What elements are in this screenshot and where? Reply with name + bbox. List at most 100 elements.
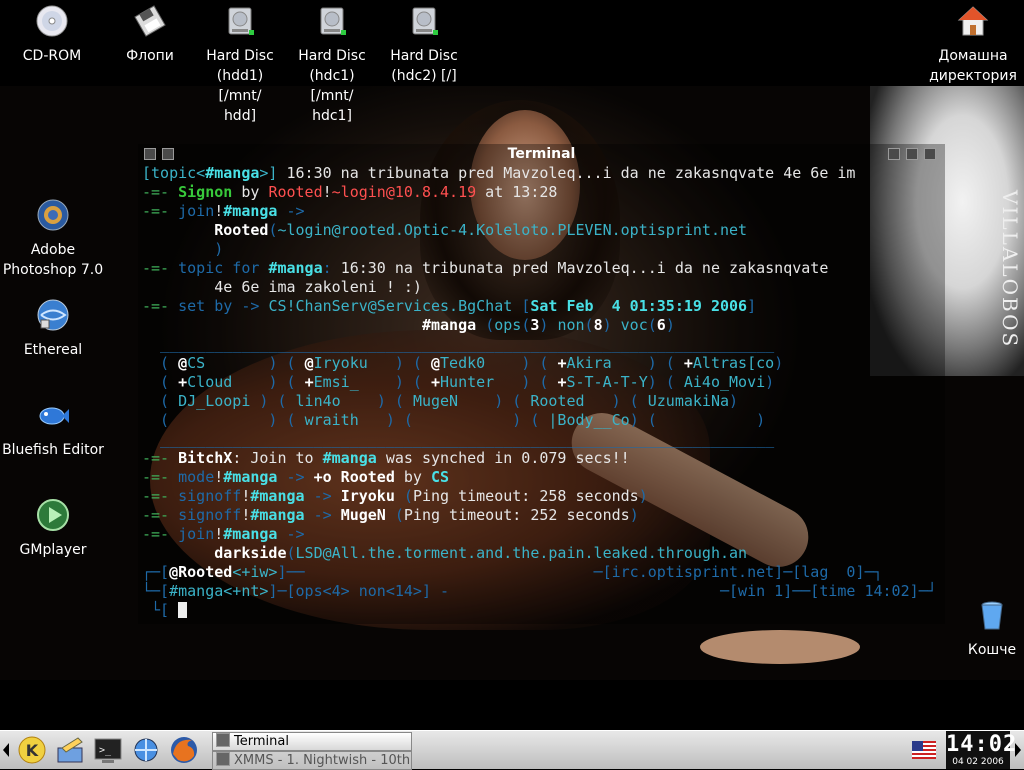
konsole-icon[interactable]: >_ bbox=[92, 734, 124, 766]
scroll-right-icon[interactable] bbox=[1012, 731, 1024, 769]
terminal-text-segment: wraith bbox=[304, 411, 386, 429]
terminal-text-segment: 4e 6e ima zakoleni ! :) bbox=[142, 278, 422, 296]
terminal-text-segment: -=- bbox=[142, 506, 179, 524]
terminal-line: ________________________________________… bbox=[142, 335, 937, 354]
maximize-icon[interactable] bbox=[906, 148, 918, 160]
terminal-text-segment: mode bbox=[178, 468, 215, 486]
terminal-text-segment: ) ( bbox=[494, 392, 531, 410]
terminal-line: -=- join!#manga -> bbox=[142, 525, 937, 544]
desktop-icon-trash[interactable]: Кошче bbox=[960, 598, 1024, 660]
photoshop-icon bbox=[37, 199, 69, 231]
terminal-text-segment: Sat Feb 4 01:35:19 2006 bbox=[530, 297, 748, 315]
terminal-line: -=- Signon by Rooted!~login@10.8.4.19 at… bbox=[142, 183, 937, 202]
terminal-text-segment: ) bbox=[729, 392, 739, 410]
terminal-text-segment: ) bbox=[765, 373, 775, 391]
terminal-text-segment: 6 bbox=[656, 316, 666, 334]
terminal-titlebar[interactable]: Terminal bbox=[138, 144, 945, 164]
terminal-text-segment: -=- bbox=[142, 183, 179, 201]
cdrom-icon bbox=[36, 5, 68, 37]
terminal-text-segment: └─[ bbox=[142, 582, 170, 600]
desktop-icon-hdd1[interactable]: Hard Disc (hdd1) [/mnt/hdd] bbox=[194, 4, 286, 126]
terminal-line: ( DJ_Loopi ) ( lin4o ) ( MugeN ) ( Roote… bbox=[142, 392, 937, 411]
terminal-text-segment: Rooted bbox=[268, 183, 323, 201]
terminal-text-segment: DJ_Loopi bbox=[178, 392, 260, 410]
desktop-icon-hdc1[interactable]: Hard Disc (hdc1) [/mnt/hdc1] bbox=[286, 4, 378, 126]
desktop-icon-label: Bluefish Editor bbox=[2, 442, 104, 458]
terminal-text-segment: ]─[ops<4> non<14>] - ─[win 1]──[time 14:… bbox=[268, 582, 937, 600]
terminal-text-segment: @Rooted bbox=[169, 563, 233, 581]
terminal-text-segment: -=- bbox=[142, 449, 179, 467]
task-button-terminal[interactable]: Terminal bbox=[212, 732, 412, 751]
desktop-icon-label: GMplayer bbox=[19, 542, 87, 558]
terminal-text-segment: topic for bbox=[178, 259, 269, 277]
terminal-text-segment: ) ( ) bbox=[629, 411, 766, 429]
terminal-text-segment: Rooted bbox=[530, 392, 612, 410]
terminal-line: ) bbox=[142, 240, 937, 259]
clock[interactable]: 14:02 04 02 2006 bbox=[946, 731, 1018, 769]
terminal-line: ( @CS ) ( @Iryoku ) ( @Tedk0 ) ( +Akira … bbox=[142, 354, 937, 373]
terminal-window[interactable]: Terminal [topic<#manga>] 16:30 na tribun… bbox=[138, 144, 945, 624]
kate-editor-icon[interactable] bbox=[54, 734, 86, 766]
terminal-text-segment: ) bbox=[539, 316, 558, 334]
terminal-text-segment: MugeN bbox=[412, 392, 495, 410]
terminal-line: └[ bbox=[142, 601, 937, 620]
terminal-line: ________________________________________… bbox=[142, 430, 937, 449]
terminal-text-segment: 8 bbox=[593, 316, 603, 334]
terminal-text-segment: : Join to bbox=[232, 449, 323, 467]
terminal-text-segment: ) bbox=[665, 316, 675, 334]
terminal-text-segment: #manga<+nt> bbox=[169, 582, 269, 600]
task-label: XMMS - 1. Nightwish - 10th bbox=[234, 753, 411, 768]
terminal-text-segment: ] bbox=[747, 297, 757, 315]
terminal-text-segment: Rooted bbox=[214, 221, 269, 239]
terminal-text-segment: ( bbox=[521, 316, 531, 334]
terminal-text-segment: ) ( bbox=[394, 373, 431, 391]
desktop-icon-cdrom[interactable]: CD-ROM bbox=[10, 4, 94, 66]
network-icon[interactable] bbox=[130, 734, 162, 766]
kde-menu-icon[interactable]: K bbox=[16, 734, 48, 766]
hard-disk-icon bbox=[412, 7, 438, 35]
us-flag-icon[interactable] bbox=[912, 741, 936, 759]
terminal-text-segment: ( bbox=[385, 506, 404, 524]
terminal-text-segment: ]── ─[irc.optisprint.net]─[lag 0]─┐ bbox=[277, 563, 883, 581]
terminal-text-segment: @ bbox=[304, 354, 314, 372]
desktop-icon-bluefish[interactable]: Bluefish Editor bbox=[2, 398, 104, 460]
terminal-text-segment: @ bbox=[178, 354, 188, 372]
desktop-icon-label: Hard Disc (hdc1) [/mnt/hdc1] bbox=[298, 48, 366, 124]
desktop-icon-home[interactable]: Домашна директория bbox=[924, 4, 1022, 86]
terminal-output[interactable]: [topic<#manga>] 16:30 na tribunata pred … bbox=[142, 164, 937, 620]
terminal-text-segment: UzumakiNa bbox=[647, 392, 730, 410]
scroll-left-icon[interactable] bbox=[0, 731, 12, 769]
terminal-text-segment: join bbox=[178, 202, 215, 220]
terminal-text-segment: ( bbox=[142, 392, 179, 410]
desktop-icon-ethereal[interactable]: Ethereal bbox=[10, 298, 96, 360]
desktop-icon-photoshop[interactable]: Adobe Photoshop 7.0 bbox=[2, 198, 104, 280]
bluefish-icon bbox=[39, 407, 69, 425]
minimize-icon[interactable] bbox=[888, 148, 900, 160]
terminal-text-segment: + bbox=[431, 373, 441, 391]
terminal-text-segment: [topic< bbox=[142, 164, 206, 182]
terminal-text-segment: ! bbox=[214, 525, 224, 543]
terminal-text-segment: ) ( bbox=[259, 392, 296, 410]
terminal-line: 4e 6e ima zakoleni ! :) bbox=[142, 278, 937, 297]
close-icon[interactable] bbox=[924, 148, 936, 160]
terminal-line: Rooted(~login@rooted.Optic-4.Koleloto.PL… bbox=[142, 221, 937, 240]
terminal-text-segment: ________________________________________… bbox=[142, 335, 775, 353]
gmplayer-icon bbox=[37, 499, 69, 531]
terminal-text-segment: [ bbox=[521, 297, 531, 315]
terminal-text-segment: ┌─[ bbox=[142, 563, 170, 581]
desktop-icon-floppy[interactable]: Флопи bbox=[108, 4, 192, 66]
firefox-icon[interactable] bbox=[168, 734, 200, 766]
svg-text:K: K bbox=[26, 741, 39, 760]
clock-time: 14:02 bbox=[946, 732, 1018, 757]
terminal-text-segment: signoff bbox=[178, 487, 242, 505]
terminal-text-segment: -=- bbox=[142, 202, 179, 220]
terminal-text-segment: -=- bbox=[142, 297, 179, 315]
terminal-line: -=- topic for #manga: 16:30 na tribunata… bbox=[142, 259, 937, 278]
desktop-icon-hdc2[interactable]: Hard Disc (hdc2) [/] bbox=[378, 4, 470, 86]
task-label: Terminal bbox=[234, 734, 289, 749]
task-button-xmms[interactable]: XMMS - 1. Nightwish - 10th bbox=[212, 751, 412, 770]
terminal-text-segment: @ bbox=[431, 354, 441, 372]
terminal-text-segment: #manga bbox=[322, 449, 377, 467]
desktop-icon-gmplayer[interactable]: GMplayer bbox=[6, 498, 100, 560]
